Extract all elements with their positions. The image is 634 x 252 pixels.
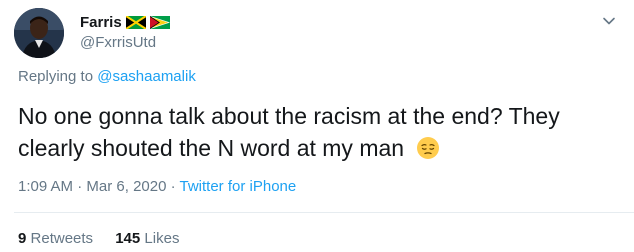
retweets-label: Retweets <box>30 230 94 247</box>
display-name[interactable]: Farris <box>80 14 122 31</box>
guyana-flag-icon <box>149 15 170 29</box>
name-row: Farris <box>80 12 170 32</box>
tweet-text-block: No one gonna talk about the racism at th… <box>18 100 618 164</box>
likes-count: 145 <box>115 230 141 247</box>
divider <box>14 212 634 213</box>
retweets-stat[interactable]: 9 Retweets <box>18 230 93 247</box>
user-handle[interactable]: @FxrrisUtd <box>80 34 170 51</box>
tweet-date[interactable]: Mar 6, 2020 <box>86 178 166 195</box>
likes-stat[interactable]: 145 Likes <box>115 230 179 247</box>
tweet-time[interactable]: 1:09 AM <box>18 178 73 195</box>
meta-separator: · <box>166 178 180 195</box>
reply-mention-link[interactable]: @sashaamalik <box>97 68 196 85</box>
replying-to: Replying to @sashaamalik <box>18 68 196 85</box>
tweet-stats: 9 Retweets 145 Likes <box>18 230 197 247</box>
tweet-card: Farris @FxrrisUtd Replying to @sashaamal… <box>0 0 634 252</box>
author-block[interactable]: Farris @FxrrisUtd <box>80 12 170 51</box>
chevron-down-icon[interactable] <box>602 14 616 28</box>
likes-label: Likes <box>144 230 180 247</box>
replying-to-label: Replying to <box>18 68 98 85</box>
avatar[interactable] <box>14 8 64 58</box>
jamaica-flag-icon <box>125 15 146 29</box>
tweet-meta: 1:09 AM · Mar 6, 2020 · Twitter for iPho… <box>18 178 296 195</box>
retweets-count: 9 <box>18 230 27 247</box>
tweet-text: No one gonna talk about the racism at th… <box>18 103 560 161</box>
meta-separator: · <box>73 178 87 195</box>
tweet-source-link[interactable]: Twitter for iPhone <box>180 178 297 195</box>
pensive-face-emoji-icon <box>417 137 440 159</box>
avatar-image <box>14 8 64 58</box>
